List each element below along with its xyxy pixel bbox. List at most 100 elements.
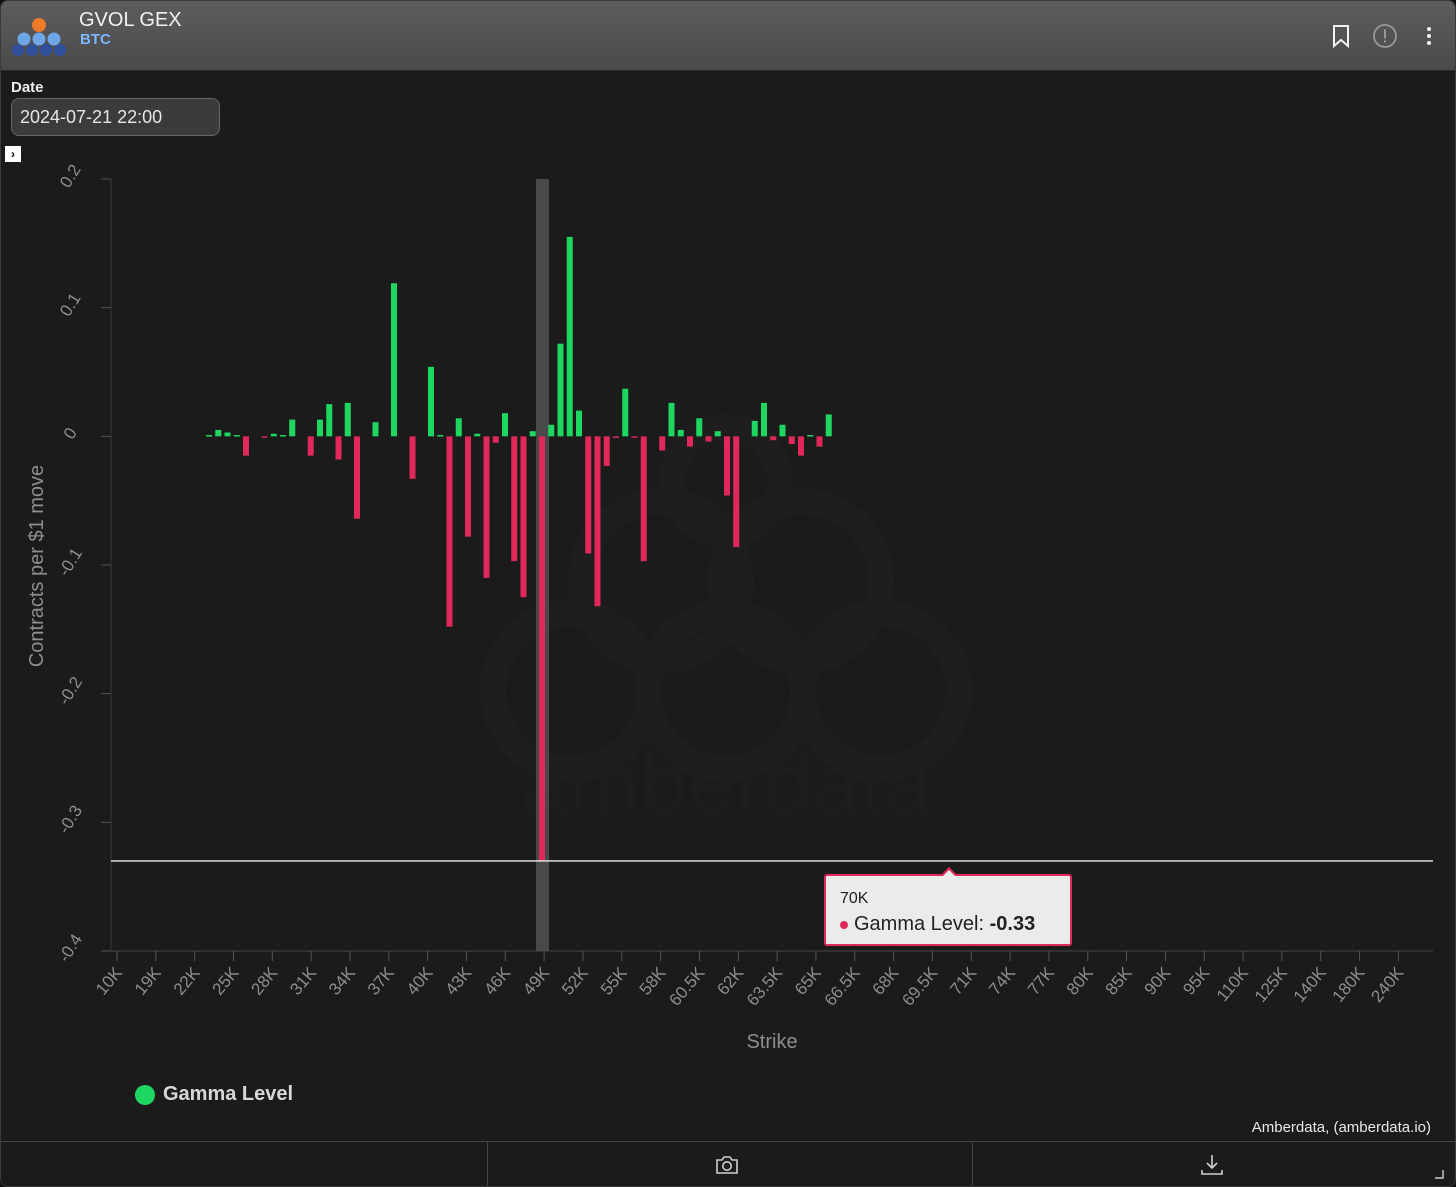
x-tick-label: 180K: [1329, 963, 1370, 1006]
gvol-logo-icon: [12, 18, 66, 56]
y-tick-label: 0: [60, 424, 81, 442]
bar-negative: [511, 436, 518, 562]
resize-handle-icon[interactable]: [1433, 1168, 1445, 1180]
x-axis-title: Strike: [746, 1031, 797, 1053]
bar-negative: [594, 436, 601, 607]
x-tick-label: 55K: [597, 963, 631, 999]
bar-positive: [566, 236, 573, 437]
bar-negative: [483, 436, 490, 578]
bar-negative: [335, 436, 342, 460]
bar-negative: [585, 436, 592, 554]
tooltip-arrow-fill: [942, 870, 956, 877]
bar-positive: [714, 431, 721, 437]
bar-positive: [677, 429, 684, 437]
bar-positive: [437, 435, 444, 437]
x-tick-label: 25K: [209, 963, 243, 999]
footer-divider: [487, 1142, 488, 1186]
y-tick-label: 0.1: [56, 290, 85, 320]
x-tick-label: 28K: [247, 963, 281, 999]
bar-negative: [465, 436, 471, 537]
widget-frame: GVOL GEX BTC Date › amberdata 0.2 0.1 0 -0.1…: [0, 0, 1456, 1187]
x-tick-label: 125K: [1251, 963, 1292, 1006]
widget-title: GVOL GEX: [79, 9, 182, 31]
gamma-chart: amberdata 0.2 0.1 0 -0.1 -0.2 -0.3 -0.4 Contract…: [26, 161, 1433, 1053]
bar-positive: [622, 388, 629, 437]
bar-positive: [344, 402, 351, 437]
x-tick-label: 34K: [325, 963, 359, 999]
svg-text:amberdata: amberdata: [520, 736, 931, 832]
x-tick-label: 58K: [636, 963, 670, 999]
bar-positive: [224, 432, 231, 437]
footer-toolbar: [1, 1141, 1455, 1186]
bar-positive: [280, 435, 286, 437]
x-tick-label: 65K: [791, 963, 825, 999]
header: GVOL GEX BTC: [1, 1, 1455, 71]
bar-negative: [354, 436, 360, 519]
x-tick-label: 31K: [286, 963, 320, 999]
bar-negative: [705, 436, 712, 442]
bar-positive: [576, 410, 582, 437]
more-vert-icon[interactable]: [1416, 23, 1442, 49]
y-tick-label: -0.1: [55, 545, 87, 580]
x-tick-label: 69.5K: [898, 963, 942, 1010]
bar-positive: [557, 343, 564, 437]
x-tick-label: 80K: [1063, 963, 1097, 999]
tooltip-series-name: Gamma Level:: [854, 913, 985, 935]
bar-negative: [724, 436, 730, 496]
x-tick-label: 74K: [985, 963, 1019, 999]
bar-positive: [825, 414, 832, 437]
x-tick-label: 19K: [131, 963, 165, 999]
bar-positive: [668, 402, 675, 437]
bar-positive: [317, 419, 323, 437]
x-tick-label: 240K: [1367, 963, 1408, 1006]
y-axis-title: Contracts per $1 move: [26, 465, 48, 667]
camera-icon[interactable]: [714, 1152, 740, 1178]
bar-positive: [502, 413, 508, 437]
date-input[interactable]: [11, 98, 220, 136]
x-tick-label: 66.5K: [821, 963, 865, 1010]
bar-positive: [548, 424, 555, 437]
bar-negative: [788, 436, 795, 445]
bar-negative: [613, 436, 619, 438]
x-tick-label: 40K: [403, 963, 437, 999]
x-tick-label: 46K: [480, 963, 514, 999]
bar-negative: [307, 436, 314, 456]
bar-negative: [631, 436, 638, 438]
y-tick-label: -0.4: [55, 931, 87, 966]
chart-credit[interactable]: Amberdata, (amberdata.io): [1252, 1119, 1431, 1136]
tooltip-category: 70K: [840, 890, 869, 907]
bookmark-icon[interactable]: [1328, 23, 1354, 49]
date-label: Date: [11, 79, 44, 96]
x-tick-label: 37K: [364, 963, 398, 999]
x-tick-label: 71K: [946, 963, 980, 999]
bar-positive: [474, 433, 481, 437]
bar-positive: [807, 435, 814, 437]
bar-positive: [372, 422, 379, 437]
y-tick-label: -0.3: [55, 802, 87, 837]
bar-negative: [816, 436, 823, 447]
bar-negative: [640, 436, 647, 562]
bar-positive: [779, 424, 786, 437]
info-icon[interactable]: [1372, 23, 1398, 49]
download-icon[interactable]: [1199, 1152, 1225, 1178]
x-tick-label: 140K: [1290, 963, 1331, 1006]
bar-positive: [761, 402, 767, 437]
bar-negative: [446, 436, 453, 627]
x-tick-label: 85K: [1102, 963, 1136, 999]
x-tick-label: 52K: [558, 963, 592, 999]
bar-negative: [243, 436, 249, 456]
expand-toggle-icon[interactable]: ›: [5, 146, 21, 162]
x-tick-label: 68K: [869, 963, 903, 999]
x-tick-label: 62K: [713, 963, 747, 999]
tooltip-line: Gamma Level: -0.33: [840, 913, 1035, 936]
legend-item-gamma-level[interactable]: Gamma Level: [135, 1083, 293, 1106]
bar-negative: [492, 436, 499, 443]
x-tick-label: 60.5K: [665, 963, 709, 1010]
bar-positive: [233, 435, 240, 437]
y-tick-label: 0.2: [56, 161, 85, 191]
bar-positive: [289, 419, 296, 437]
bar-positive: [696, 418, 703, 437]
bar-positive: [455, 418, 462, 437]
x-tick-label: 49K: [519, 963, 553, 999]
bar-positive: [391, 283, 397, 437]
